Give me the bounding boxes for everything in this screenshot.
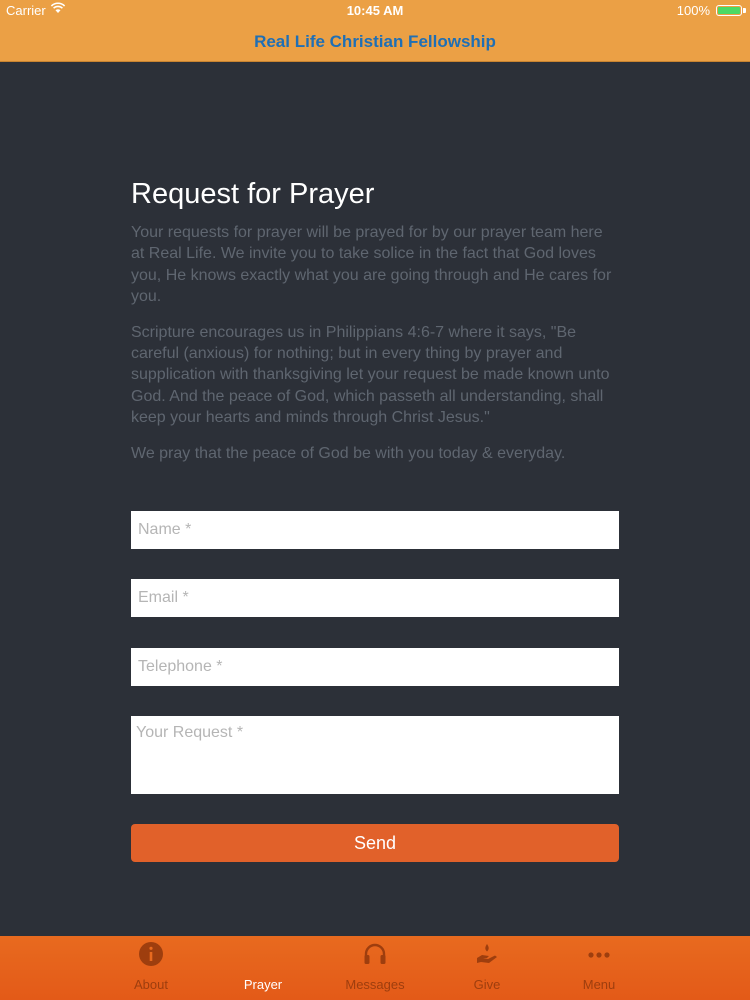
- email-field[interactable]: [131, 579, 619, 617]
- telephone-field[interactable]: [131, 648, 619, 686]
- battery-tip: [743, 8, 746, 13]
- tab-about[interactable]: About: [95, 936, 207, 1000]
- info-icon: [139, 942, 163, 966]
- tab-give[interactable]: Give: [431, 936, 543, 1000]
- tab-prayer[interactable]: Prayer: [207, 936, 319, 1000]
- status-bar: Carrier 10:45 AM 100%: [0, 0, 750, 22]
- name-field[interactable]: [131, 511, 619, 549]
- battery-level: [718, 7, 740, 14]
- tab-label-prayer: Prayer: [243, 977, 283, 992]
- scripture-paragraph: Scripture encourages us in Philippians 4…: [131, 323, 610, 427]
- tab-label-messages: Messages: [345, 977, 405, 992]
- headphones-icon: [364, 943, 386, 964]
- nav-bar: Real Life Christian Fellowship: [0, 22, 750, 62]
- request-field[interactable]: [131, 716, 619, 794]
- tab-menu[interactable]: Menu: [543, 936, 655, 1000]
- intro-paragraph: Your requests for prayer will be prayed …: [131, 224, 612, 306]
- send-button[interactable]: Send: [131, 824, 619, 862]
- tab-label-menu: Menu: [582, 977, 616, 992]
- more-dots-icon: [588, 952, 610, 958]
- battery-icon: [716, 5, 742, 16]
- prayer-intro: Request for Prayer Your requests for pra…: [131, 178, 619, 478]
- app-title: Real Life Christian Fellowship: [254, 32, 496, 51]
- tab-label-give: Give: [473, 977, 501, 992]
- tab-label-about: About: [134, 977, 168, 992]
- page-title: Request for Prayer: [131, 178, 375, 210]
- tab-messages[interactable]: Messages: [319, 936, 431, 1000]
- hand-heart-icon: [477, 944, 497, 963]
- battery-percentage: 100%: [676, 3, 710, 18]
- tab-bar: About Prayer Messages Give Menu: [0, 936, 750, 1000]
- blessing-paragraph: We pray that the peace of God be with yo…: [131, 444, 566, 462]
- praying-hands-icon: [251, 942, 275, 966]
- clock: 10:45 AM: [346, 3, 404, 18]
